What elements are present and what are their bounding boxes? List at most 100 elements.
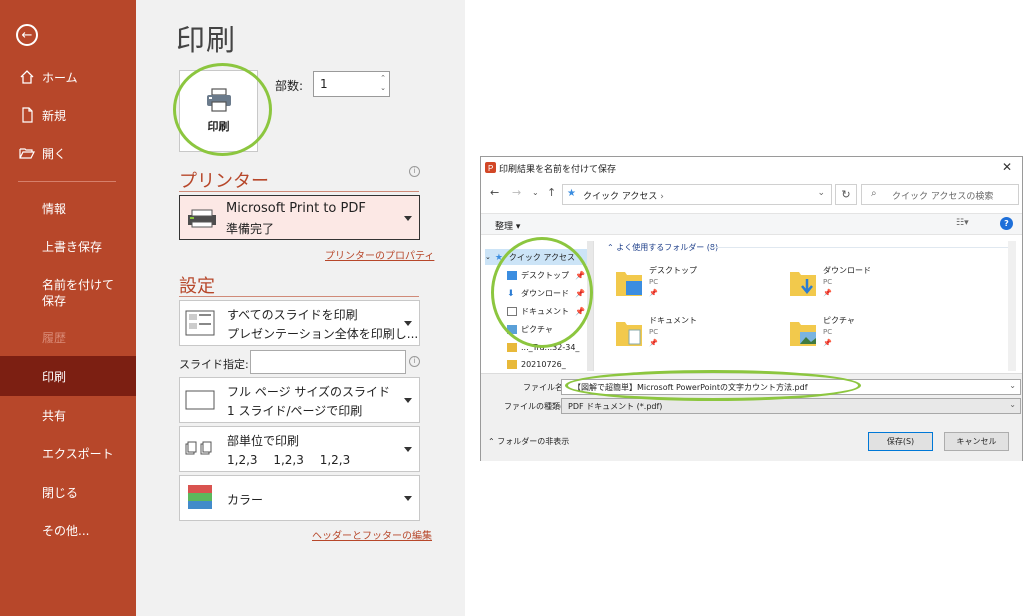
highlight-ellipse bbox=[565, 370, 861, 401]
color-dropdown[interactable]: カラー bbox=[179, 475, 420, 521]
folder-item-pictures[interactable]: ピクチャ PC 📌 bbox=[789, 315, 959, 357]
slides-range-dropdown[interactable]: すべてのスライドを印刷 プレゼンテーション全体を印刷し... bbox=[179, 300, 420, 346]
home-icon bbox=[20, 70, 34, 84]
folder-name: ピクチャ bbox=[823, 316, 855, 325]
nav-item-history: 履歴 bbox=[0, 318, 136, 356]
nav-item-save[interactable]: 上書き保存 bbox=[0, 227, 136, 265]
nav-divider bbox=[18, 181, 116, 182]
chevron-down-icon[interactable]: ⌄ bbox=[532, 188, 539, 197]
nav-item-more[interactable]: その他... bbox=[0, 511, 136, 549]
chevron-down-icon bbox=[404, 447, 412, 452]
nav-item-label: 印刷 bbox=[42, 369, 67, 384]
nav-item-label: 履歴 bbox=[42, 330, 67, 345]
hide-folders-toggle[interactable]: ⌃ フォルダーの非表示 bbox=[488, 436, 569, 447]
dialog-titlebar: P 印刷結果を名前を付けて保存 ✕ bbox=[481, 157, 1022, 179]
folder-location: PC bbox=[649, 328, 659, 336]
star-icon: ★ bbox=[567, 188, 576, 199]
slide-spec-input[interactable] bbox=[250, 350, 406, 374]
back-icon[interactable]: ← bbox=[490, 186, 499, 199]
nav-item-label: 新規 bbox=[42, 108, 67, 123]
chevron-down-icon[interactable]: ⌄ bbox=[1009, 400, 1016, 409]
address-text: クイック アクセス bbox=[583, 192, 658, 202]
spin-arrows-icon[interactable]: ⌃ ⌄ bbox=[380, 73, 386, 93]
nav-item-info[interactable]: 情報 bbox=[0, 189, 136, 227]
section-divider bbox=[179, 191, 419, 192]
documents-folder-icon bbox=[616, 322, 642, 346]
chevron-down-icon[interactable]: ⌄ bbox=[1009, 381, 1016, 390]
folder-location: PC bbox=[823, 328, 833, 336]
info-icon[interactable]: i bbox=[409, 166, 420, 177]
save-button[interactable]: 保存(S) bbox=[868, 432, 933, 451]
chevron-up-icon: ⌃ bbox=[488, 437, 498, 446]
option-line1: カラー bbox=[227, 493, 264, 507]
close-icon[interactable]: ✕ bbox=[1002, 160, 1012, 174]
folder-item-downloads[interactable]: ダウンロード PC 📌 bbox=[789, 265, 959, 307]
folder-name: ドキュメント bbox=[649, 316, 697, 325]
printer-properties-link[interactable]: プリンターのプロパティ bbox=[325, 247, 434, 262]
forward-icon[interactable]: → bbox=[512, 186, 521, 199]
frequent-folders-header[interactable]: ⌃ よく使用するフォルダー (8) bbox=[607, 242, 718, 253]
chevron-down-icon[interactable]: ⌄ bbox=[817, 188, 825, 198]
collate-icon bbox=[185, 441, 212, 455]
copies-stepper[interactable]: 1 ⌃ ⌄ bbox=[313, 71, 390, 97]
chevron-down-icon: ⌄ bbox=[485, 253, 491, 261]
slide-spec-label: スライド指定: bbox=[179, 358, 249, 371]
option-line1: すべてのスライドを印刷 bbox=[227, 308, 358, 322]
help-icon[interactable]: ? bbox=[1000, 217, 1013, 230]
nav-item-label: 名前を付けて保存 bbox=[42, 278, 115, 308]
filetype-select[interactable]: PDF ドキュメント (*.pdf) ⌄ bbox=[561, 398, 1021, 414]
search-input[interactable]: ⌕ クイック アクセスの検索 bbox=[861, 184, 1019, 205]
settings-heading: 設定 bbox=[179, 276, 215, 297]
option-line1: 部単位で印刷 bbox=[227, 434, 300, 448]
nav-item-label: 閉じる bbox=[42, 485, 79, 500]
nav-item-home[interactable]: ホーム bbox=[0, 58, 136, 96]
collate-dropdown[interactable]: 部単位で印刷 1,2,3 1,2,3 1,2,3 bbox=[179, 426, 420, 472]
svg-text:P: P bbox=[488, 164, 493, 173]
info-icon[interactable]: i bbox=[409, 356, 420, 367]
cancel-button[interactable]: キャンセル bbox=[944, 432, 1009, 451]
nav-item-open[interactable]: 開く bbox=[0, 134, 136, 172]
view-scrollbar[interactable] bbox=[1008, 241, 1016, 371]
folder-name: デスクトップ bbox=[649, 266, 697, 275]
nav-item-close[interactable]: 閉じる bbox=[0, 473, 136, 511]
chevron-up-icon: ⌃ bbox=[607, 243, 617, 252]
full-page-slide-icon bbox=[185, 390, 215, 410]
nav-item-save-as[interactable]: 名前を付けて保存 bbox=[0, 272, 136, 314]
folder-item-documents[interactable]: ドキュメント PC 📌 bbox=[615, 315, 785, 357]
folder-item-desktop[interactable]: デスクトップ PC 📌 bbox=[615, 265, 785, 307]
pdf-printer-icon bbox=[188, 209, 216, 228]
printer-heading: プリンター bbox=[179, 171, 269, 192]
refresh-icon[interactable]: ↻ bbox=[835, 184, 857, 205]
address-bar[interactable]: ★ クイック アクセス › ⌄ bbox=[562, 184, 832, 205]
copies-value: 1 bbox=[320, 77, 328, 91]
chevron-down-icon bbox=[404, 496, 412, 501]
nav-item-new[interactable]: 新規 bbox=[0, 96, 136, 134]
organize-button[interactable]: 整理 ▾ bbox=[495, 219, 520, 232]
tree-item-folder[interactable]: 20210726_ bbox=[507, 356, 566, 371]
nav-item-export[interactable]: エクスポート bbox=[0, 434, 136, 472]
save-as-dialog: P 印刷結果を名前を付けて保存 ✕ ← → ⌄ ↑ ★ クイック アクセス › … bbox=[480, 156, 1023, 461]
printer-status: 準備完了 bbox=[226, 222, 275, 236]
up-arrow-icon[interactable]: ↑ bbox=[547, 186, 556, 199]
new-document-icon bbox=[22, 107, 33, 123]
nav-item-print[interactable]: 印刷 bbox=[0, 356, 136, 396]
pin-icon: 📌 bbox=[823, 339, 832, 347]
color-icon bbox=[188, 485, 212, 509]
printer-name: Microsoft Print to PDF bbox=[226, 201, 366, 216]
nav-item-share[interactable]: 共有 bbox=[0, 396, 136, 434]
layout-dropdown[interactable]: フル ページ サイズのスライド 1 スライド/ページで印刷 bbox=[179, 377, 420, 423]
printer-dropdown[interactable]: Microsoft Print to PDF 準備完了 bbox=[179, 195, 420, 240]
header-divider bbox=[709, 247, 1014, 248]
back-arrow-icon[interactable]: ← bbox=[16, 24, 38, 46]
view-options-icon[interactable]: ☷▾ bbox=[956, 218, 969, 228]
dialog-title: 印刷結果を名前を付けて保存 bbox=[499, 165, 617, 175]
folder-icon bbox=[507, 342, 517, 352]
header-footer-link[interactable]: ヘッダーとフッターの編集 bbox=[312, 527, 432, 542]
search-placeholder: クイック アクセスの検索 bbox=[892, 192, 994, 202]
chevron-down-icon bbox=[404, 216, 412, 221]
frequent-folders-label: よく使用するフォルダー (8) bbox=[616, 243, 719, 252]
nav-item-label: 共有 bbox=[42, 408, 67, 423]
nav-item-label: 情報 bbox=[42, 201, 67, 216]
nav-item-label: 開く bbox=[42, 146, 67, 161]
dialog-toolbar: 整理 ▾ ☷▾ ? bbox=[481, 213, 1022, 235]
